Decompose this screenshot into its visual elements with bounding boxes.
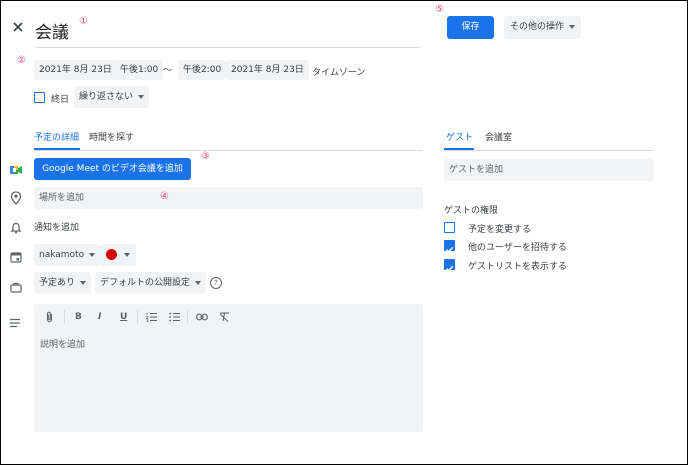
end-time-text: 午後2:00 — [183, 65, 222, 75]
underline-button[interactable]: U — [120, 312, 127, 322]
event-title: 会議 — [35, 23, 69, 43]
location-placeholder: 場所を追加 — [39, 193, 85, 203]
availability-label: 予定あり — [39, 278, 76, 288]
permission-modify-label: 予定を変更する — [468, 225, 532, 235]
italic-button[interactable]: I — [98, 312, 101, 322]
marker-3: ③ — [201, 151, 210, 162]
tabs-divider — [34, 150, 423, 151]
event-color-select[interactable] — [100, 244, 136, 266]
time-separator: 〜 — [163, 66, 173, 76]
allday-checkbox[interactable] — [34, 92, 45, 103]
end-time[interactable]: 午後2:00 — [178, 60, 227, 80]
chevron-down-icon — [124, 253, 130, 257]
repeat-label: 繰り返さない — [79, 92, 134, 102]
location-input[interactable]: 場所を追加 — [34, 187, 423, 209]
end-date-text: 2021年 8月 23日 — [231, 65, 304, 75]
attach-icon[interactable] — [45, 311, 54, 326]
visibility-select[interactable]: デフォルトの公開設定 — [95, 272, 207, 294]
guests-tabs-divider — [444, 150, 654, 151]
bell-icon — [10, 219, 22, 234]
numbered-list-icon[interactable] — [145, 312, 157, 325]
clear-format-icon[interactable] — [219, 312, 230, 325]
permission-modify-checkbox[interactable] — [444, 222, 455, 233]
chevron-down-icon — [195, 280, 202, 285]
availability-select[interactable]: 予定あり — [34, 272, 92, 294]
bold-button[interactable]: B — [75, 312, 82, 322]
end-date[interactable]: 2021年 8月 23日 — [226, 60, 309, 80]
save-button[interactable]: 保存 — [447, 16, 494, 39]
add-guests-placeholder: ゲストを追加 — [449, 165, 504, 175]
formatting-toolbar: B I U — [34, 304, 423, 332]
start-date[interactable]: 2021年 8月 23日 — [34, 60, 117, 80]
tab-guests[interactable]: ゲスト — [446, 130, 473, 143]
permission-see-list-label: ゲストリストを表示する — [468, 262, 568, 272]
timezone-link[interactable]: タイムゾーン — [312, 65, 365, 78]
add-meet-button[interactable]: Google Meet のビデオ会議を追加 — [34, 158, 191, 180]
help-icon[interactable]: ? — [210, 277, 222, 289]
location-pin-icon — [10, 190, 22, 205]
add-guests-input[interactable]: ゲストを追加 — [444, 159, 654, 181]
description-icon — [9, 313, 21, 328]
chevron-down-icon — [89, 252, 96, 257]
close-icon[interactable] — [11, 19, 25, 33]
calendar-icon — [10, 248, 22, 263]
permissions-title: ゲストの権限 — [444, 206, 499, 216]
visibility-label: デフォルトの公開設定 — [100, 278, 191, 288]
description-placeholder: 説明を追加 — [40, 340, 86, 350]
permission-see-list-checkbox[interactable] — [444, 259, 455, 272]
tab-details[interactable]: 予定の詳細 — [34, 130, 79, 143]
event-edit-page: 会議 ① 保存 ⑤ その他の操作 ② 2021年 8月 23日 午後1:00 〜… — [0, 0, 688, 465]
add-meet-label: Google Meet のビデオ会議を追加 — [42, 164, 183, 174]
briefcase-icon — [10, 278, 22, 293]
toolbar-divider — [187, 310, 188, 324]
chevron-down-icon — [138, 94, 145, 99]
bulleted-list-icon[interactable] — [169, 312, 180, 325]
marker-1: ① — [79, 16, 88, 27]
marker-5: ⑤ — [435, 4, 444, 15]
tab-rooms[interactable]: 会議室 — [485, 130, 512, 143]
description-editor[interactable]: B I U 説明を追加 — [34, 304, 423, 432]
marker-2: ② — [17, 55, 26, 66]
toolbar-divider — [64, 310, 65, 324]
toolbar-divider — [137, 310, 138, 324]
start-time-text: 午後1:00 — [120, 65, 159, 75]
allday-label: 終日 — [51, 95, 70, 105]
event-color-dot — [106, 249, 117, 260]
more-actions-button[interactable]: その他の操作 — [504, 16, 582, 39]
marker-4: ④ — [160, 191, 169, 202]
help-glyph: ? — [214, 279, 218, 287]
permission-invite-label: 他のユーザーを招待する — [468, 243, 567, 253]
tab-find-time[interactable]: 時間を探す — [89, 130, 134, 143]
repeat-select[interactable]: 繰り返さない — [74, 86, 150, 108]
start-time[interactable]: 午後1:00 — [115, 60, 164, 80]
more-actions-label: その他の操作 — [510, 22, 565, 32]
start-date-text: 2021年 8月 23日 — [39, 65, 112, 75]
chevron-down-icon — [80, 280, 87, 285]
chevron-down-icon — [569, 24, 576, 29]
title-input[interactable]: 会議 — [35, 11, 421, 48]
link-icon[interactable] — [196, 313, 208, 324]
google-meet-icon — [10, 161, 22, 174]
calendar-owner: nakamoto — [39, 250, 85, 260]
permission-invite-checkbox[interactable] — [444, 240, 455, 253]
save-label: 保存 — [461, 22, 480, 32]
add-notification-link[interactable]: 通知を追加 — [34, 220, 79, 233]
calendar-select[interactable]: nakamoto — [34, 244, 101, 266]
